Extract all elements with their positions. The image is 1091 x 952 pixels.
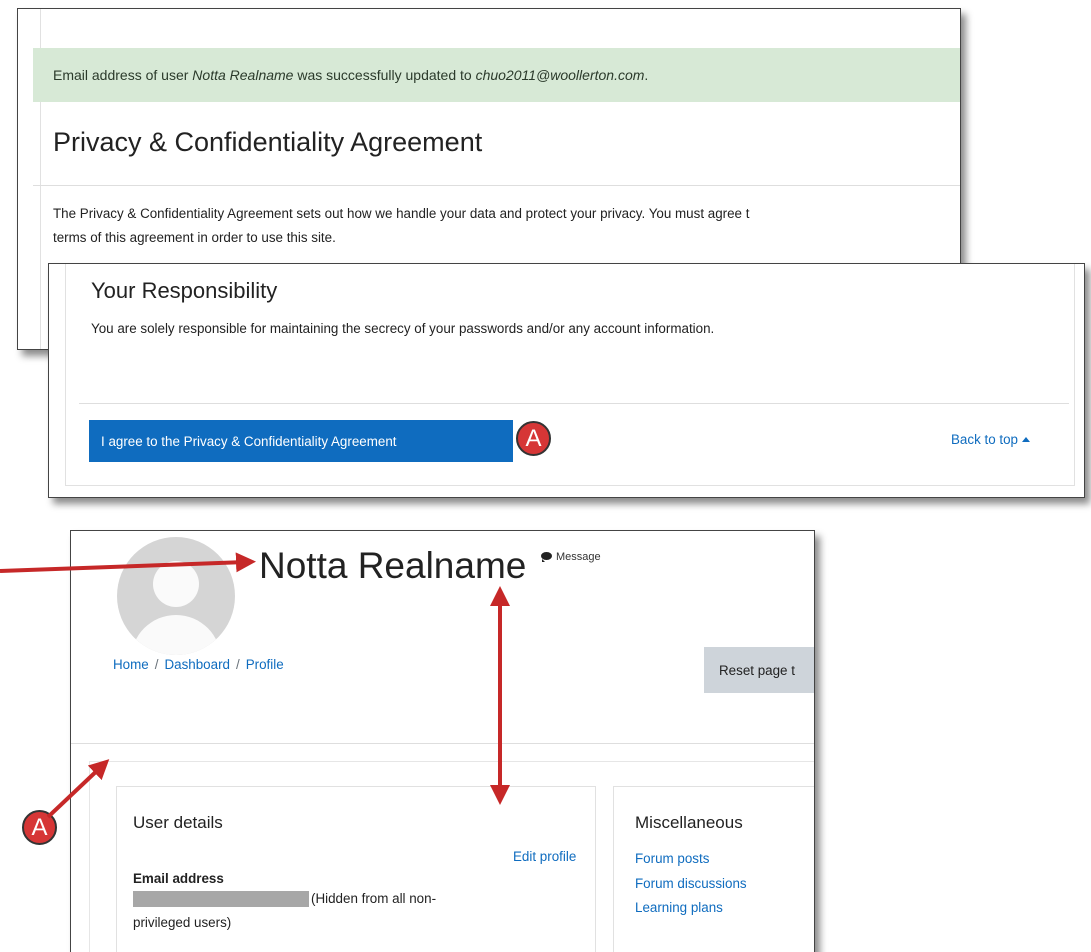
redacted-email [133,891,309,907]
privacy-intro-line-2: terms of this agreement in order to use … [53,230,336,245]
breadcrumb-separator: / [235,657,240,672]
avatar[interactable] [117,537,235,655]
breadcrumb-dashboard[interactable]: Dashboard [164,657,230,672]
alert-text-suffix: . [644,67,649,83]
callout-badge-agree: A [516,421,551,456]
breadcrumb-profile[interactable]: Profile [246,657,284,672]
profile-screenshot: Notta Realname Message Home / Dashboard / Pr… [70,530,815,952]
avatar-body-shape [131,615,221,655]
success-alert: Email address of user Notta Realname was… [33,48,960,102]
callout-badge-home: A [22,810,57,845]
edit-profile-link[interactable]: Edit profile [513,849,576,864]
speech-bubble-icon [541,552,552,562]
divider [79,403,1069,404]
responsibility-heading: Your Responsibility [91,278,278,303]
user-details-title: User details [133,813,223,832]
breadcrumb: Home / Dashboard / Profile [113,657,284,672]
divider [71,743,814,744]
privacy-intro: The Privacy & Confidentiality Agreement … [53,202,960,250]
email-address-label: Email address [133,871,224,886]
breadcrumb-home[interactable]: Home [113,657,149,672]
message-link[interactable]: Message [541,551,601,563]
miscellaneous-links: Forum posts Forum discussions Learning p… [635,847,747,921]
breadcrumb-separator: / [154,657,159,672]
caret-up-icon [1022,437,1030,442]
message-label: Message [556,551,601,563]
alert-email: chuo2011@woollerton.com [475,67,645,83]
agree-button[interactable]: I agree to the Privacy & Confidentiality… [89,420,513,462]
avatar-head-shape [153,561,199,607]
divider [33,185,960,186]
reset-page-button[interactable]: Reset page t [704,647,814,693]
responsibility-screenshot: Your Responsibility You are solely respo… [48,263,1085,498]
profile-user-name: Notta Realname [259,545,527,586]
hidden-note-line-2: privileged users) [133,915,232,930]
back-to-top-link[interactable]: Back to top [951,432,1030,447]
forum-posts-link[interactable]: Forum posts [635,847,747,872]
alert-text-prefix: Email address of user [53,67,193,83]
responsibility-text: You are solely responsible for maintaini… [91,321,715,336]
back-to-top-label: Back to top [951,432,1018,447]
alert-text-middle: was successfully updated to [293,67,476,83]
privacy-heading: Privacy & Confidentiality Agreement [53,127,483,157]
miscellaneous-title: Miscellaneous [635,813,743,832]
hidden-note-line-1: (Hidden from all non- [311,891,437,906]
learning-plans-link[interactable]: Learning plans [635,896,747,921]
alert-user-name: Notta Realname [192,67,294,83]
privacy-intro-line-1: The Privacy & Confidentiality Agreement … [53,206,750,221]
forum-discussions-link[interactable]: Forum discussions [635,872,747,897]
